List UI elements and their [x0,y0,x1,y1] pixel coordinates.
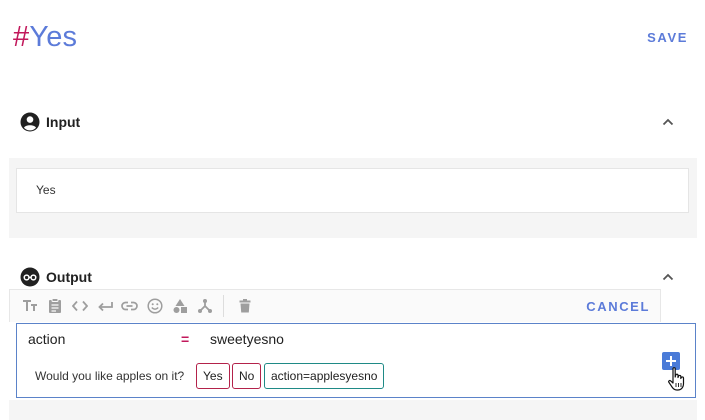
page-title: #Yes [13,20,77,54]
input-text-box[interactable]: Yes [16,168,689,213]
return-icon[interactable] [96,298,113,315]
account-circle-icon [20,112,40,132]
output-section-label: Output [46,269,92,285]
input-section-header[interactable]: Input [20,112,80,132]
quick-reply-no-chip[interactable]: No [232,363,262,389]
fork-icon[interactable] [196,298,213,315]
output-editor[interactable]: action = sweetyesno Would you like apple… [16,323,696,398]
clipboard-icon[interactable] [46,298,63,315]
chevron-up-icon[interactable] [661,115,675,129]
equals-operator: = [181,331,190,347]
shapes-icon[interactable] [171,298,188,315]
prompt-text[interactable]: Would you like apples on it? [35,369,184,383]
input-section-label: Input [46,114,81,130]
code-icon[interactable] [71,298,88,315]
output-section-header[interactable]: Output [20,267,92,287]
link-icon[interactable] [121,298,138,315]
action-value[interactable]: sweetyesno [210,331,284,347]
title-name: Yes [29,21,78,53]
quick-reply-yes-chip[interactable]: Yes [196,363,230,389]
toolbar-divider [223,295,224,317]
output-panel-footer [9,400,697,420]
action-chip[interactable]: action=applesyesno [264,363,385,389]
title-hash: # [13,21,30,53]
text-format-icon[interactable] [21,298,38,315]
emoji-icon[interactable] [146,298,163,315]
chevron-up-icon[interactable] [661,270,675,284]
bot-icon [20,267,40,287]
cancel-button[interactable]: CANCEL [586,299,650,314]
hand-cursor-icon [667,366,687,392]
save-button[interactable]: SAVE [647,30,688,45]
input-value: Yes [36,183,56,197]
trash-icon[interactable] [236,298,253,315]
action-key[interactable]: action [28,331,65,347]
editor-toolbar: CANCEL [9,289,661,322]
input-panel: Yes [9,158,697,238]
